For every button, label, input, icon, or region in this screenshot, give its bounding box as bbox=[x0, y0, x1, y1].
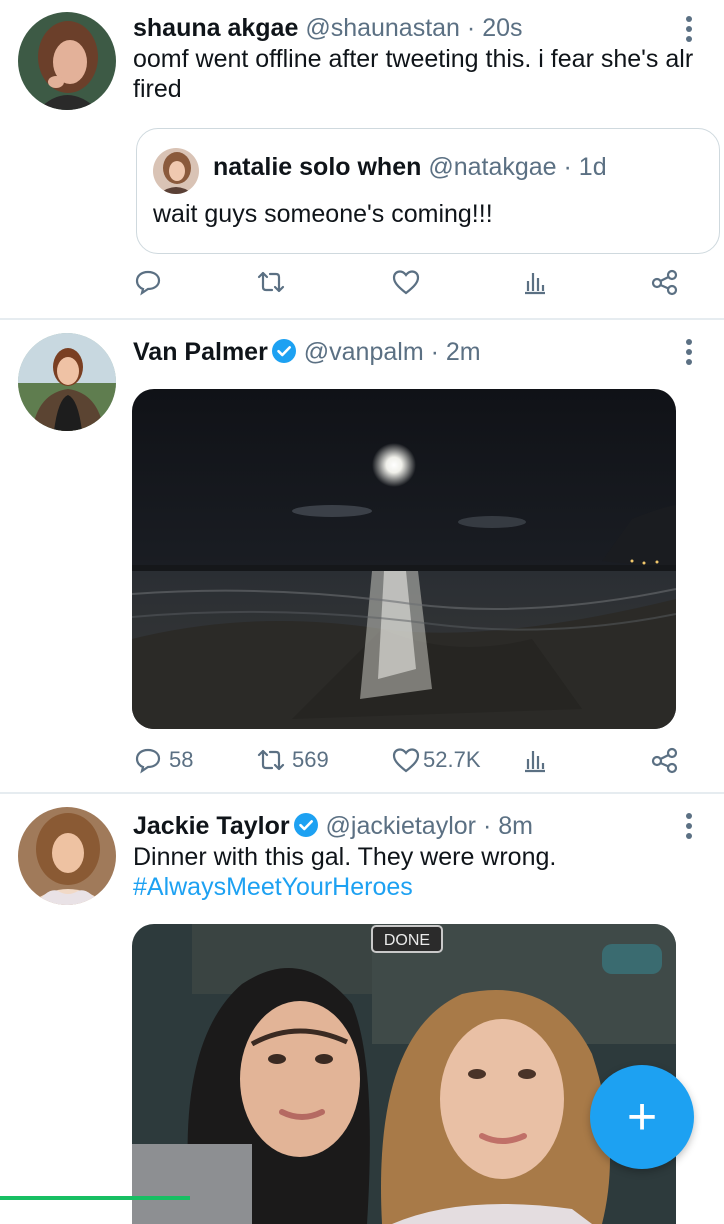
heart-icon bbox=[392, 748, 420, 773]
user-handle: @natakgae bbox=[428, 153, 557, 181]
heart-icon bbox=[392, 270, 420, 295]
quoted-tweet[interactable]: natalie solo when @natakgae · 1d wait gu… bbox=[136, 128, 720, 254]
retweet-icon bbox=[257, 271, 285, 293]
reply-button[interactable]: 58 bbox=[133, 745, 193, 775]
display-name[interactable]: shauna akgae bbox=[133, 14, 298, 42]
retweet-button[interactable]: 569 bbox=[256, 745, 329, 775]
timestamp: · 1d bbox=[563, 153, 607, 181]
tweet-van-palmer[interactable]: Van Palmer @vanpalm · 2m 58 569 52.7K bbox=[0, 320, 724, 792]
share-icon bbox=[651, 269, 678, 296]
analytics-button[interactable] bbox=[520, 745, 550, 775]
like-count: 52.7K bbox=[423, 747, 481, 772]
tweet-header: Van Palmer @vanpalm · 2m bbox=[133, 337, 481, 367]
user-handle[interactable]: @vanpalm bbox=[304, 338, 424, 366]
retweet-icon bbox=[257, 749, 285, 771]
display-name[interactable]: Van Palmer bbox=[133, 338, 268, 366]
like-button[interactable]: 52.7K bbox=[391, 745, 481, 775]
tweet-header: Jackie Taylor @jackietaylor · 8m bbox=[133, 811, 533, 841]
two-women-selfie-image: DONE bbox=[132, 924, 676, 1224]
compose-tweet-button[interactable]: + bbox=[590, 1065, 694, 1169]
tweet-text: Dinner with this gal. They were wrong. #… bbox=[133, 842, 703, 902]
display-name[interactable]: Jackie Taylor bbox=[133, 812, 290, 840]
retweet-count: 569 bbox=[292, 747, 329, 772]
retweet-button[interactable] bbox=[256, 267, 286, 297]
avatar[interactable] bbox=[18, 807, 116, 905]
share-button[interactable] bbox=[650, 267, 680, 297]
share-icon bbox=[651, 747, 678, 774]
progress-indicator bbox=[0, 1196, 190, 1200]
quoted-tweet-text: wait guys someone's coming!!! bbox=[153, 200, 493, 228]
tweet-header: shauna akgae @shaunastan · 20s bbox=[133, 13, 523, 43]
tweet-shauna[interactable]: shauna akgae @shaunastan · 20s oomf went… bbox=[0, 0, 724, 318]
more-options-icon[interactable] bbox=[686, 16, 694, 46]
tweet-text-line: Dinner with this gal. They were wrong. bbox=[133, 843, 557, 871]
verified-badge-icon bbox=[271, 339, 296, 363]
user-handle[interactable]: @shaunastan bbox=[305, 14, 460, 42]
analytics-icon bbox=[525, 751, 545, 773]
reply-icon bbox=[135, 748, 161, 774]
reply-button[interactable] bbox=[133, 267, 163, 297]
timestamp[interactable]: · 20s bbox=[467, 14, 523, 42]
more-options-icon[interactable] bbox=[686, 813, 694, 843]
display-name: natalie solo when bbox=[213, 153, 422, 181]
tweet-text: oomf went offline after tweeting this. i… bbox=[133, 45, 694, 103]
user-handle[interactable]: @jackietaylor bbox=[326, 812, 476, 840]
tweet-photo[interactable]: DONE bbox=[132, 924, 676, 1224]
like-button[interactable] bbox=[391, 267, 421, 297]
hashtag-link[interactable]: #AlwaysMeetYourHeroes bbox=[133, 872, 703, 902]
share-button[interactable] bbox=[650, 745, 680, 775]
action-bar bbox=[0, 267, 724, 307]
avatar[interactable] bbox=[18, 12, 116, 110]
avatar bbox=[153, 148, 199, 194]
avatar[interactable] bbox=[18, 333, 116, 431]
quoted-tweet-header: natalie solo when @natakgae · 1d bbox=[213, 152, 607, 182]
reply-icon bbox=[135, 270, 161, 296]
tweet-photo[interactable] bbox=[132, 389, 676, 729]
done-sign-text: DONE bbox=[384, 932, 430, 949]
reply-count: 58 bbox=[169, 747, 194, 772]
verified-badge-icon bbox=[293, 813, 318, 837]
analytics-icon bbox=[525, 273, 545, 295]
more-options-icon[interactable] bbox=[686, 339, 694, 369]
night-beach-moon-image bbox=[132, 389, 676, 729]
timestamp[interactable]: · 8m bbox=[483, 812, 533, 840]
plus-icon: + bbox=[626, 1088, 658, 1146]
analytics-button[interactable] bbox=[520, 267, 550, 297]
timestamp[interactable]: · 2m bbox=[431, 338, 481, 366]
action-bar: 58 569 52.7K bbox=[0, 745, 724, 785]
